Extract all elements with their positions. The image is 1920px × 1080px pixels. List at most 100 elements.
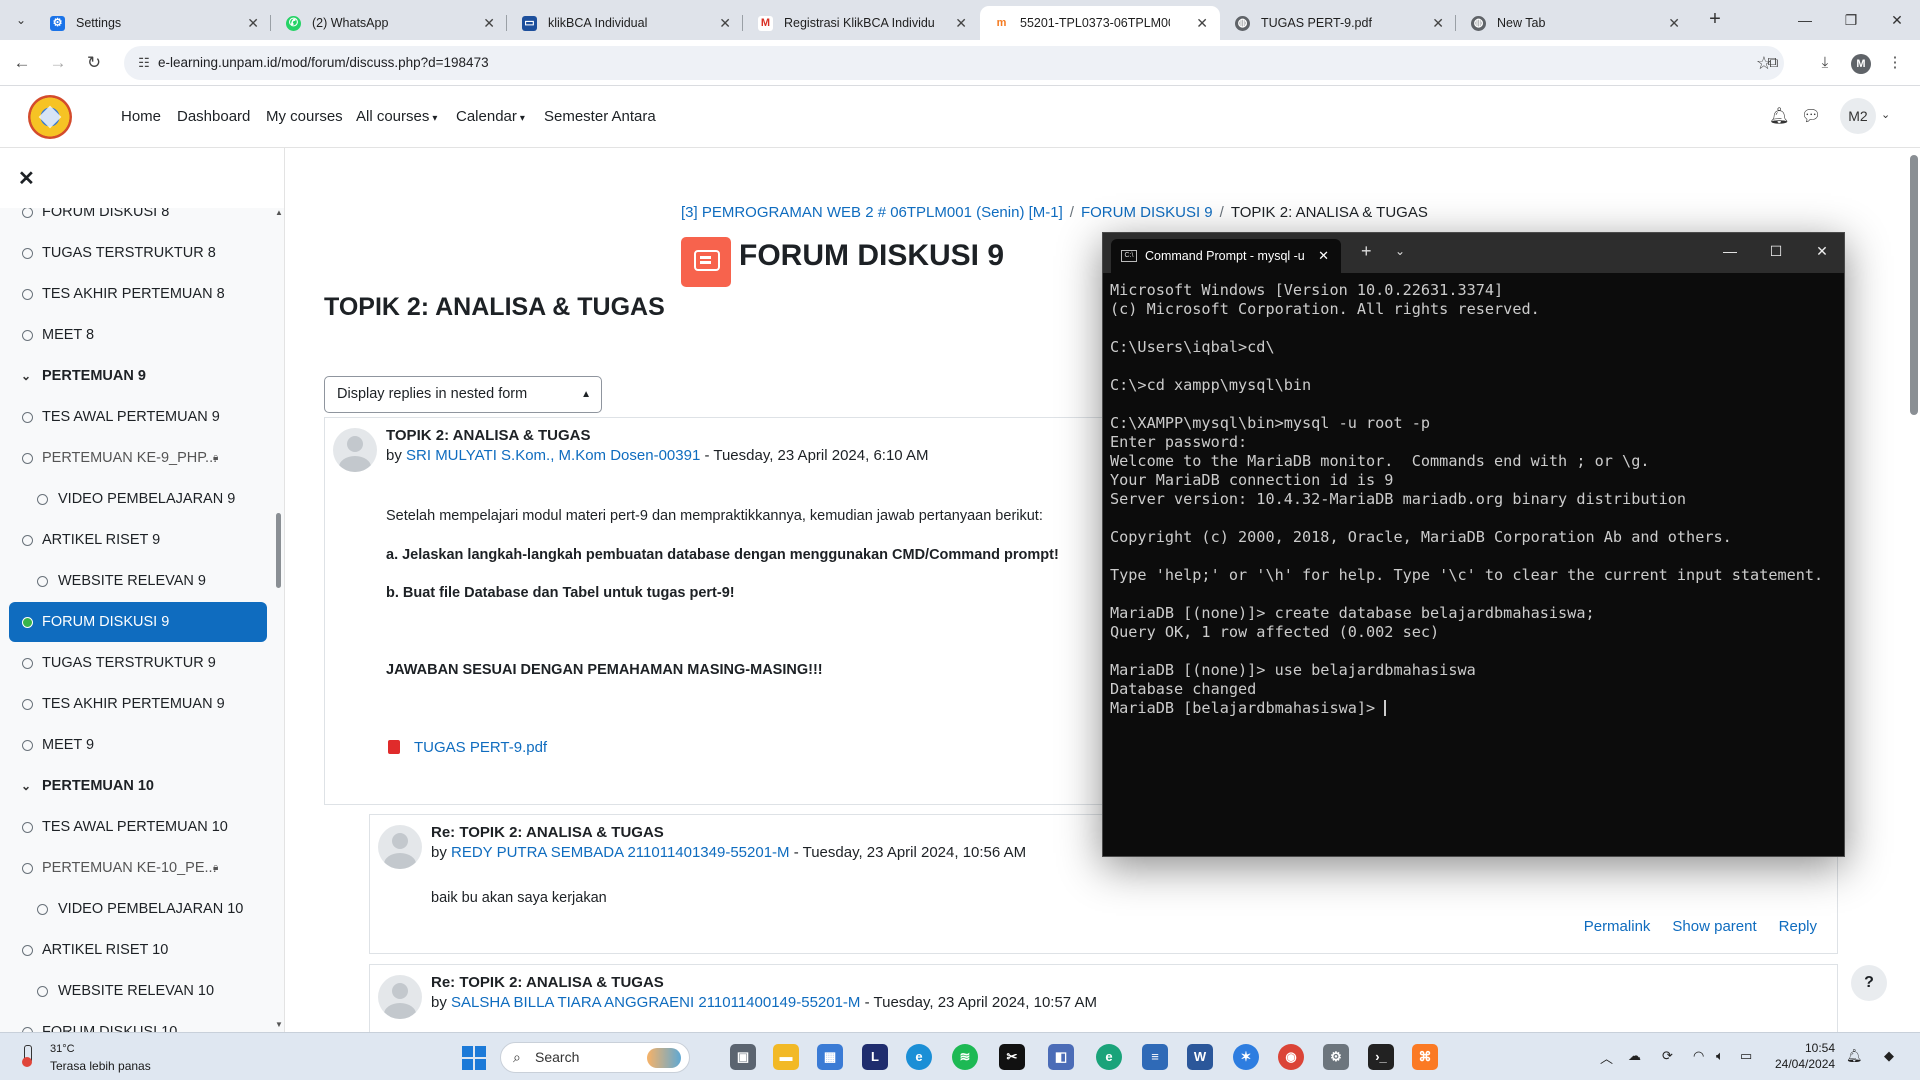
new-terminal-tab-plus-icon[interactable]: + <box>1361 241 1372 262</box>
maximize-icon[interactable]: ☐ <box>1766 243 1786 260</box>
window-close-icon[interactable]: ✕ <box>1812 243 1832 260</box>
tray-app-icon[interactable]: ☁ <box>1628 1048 1641 1064</box>
page-scrollbar[interactable] <box>1910 155 1918 415</box>
course-index-item[interactable]: TUGAS TERSTRUKTUR 8 <box>9 233 267 273</box>
chevron-down-icon[interactable]: ⌄ <box>21 356 31 396</box>
chrome-icon[interactable]: ◉ <box>1278 1044 1304 1070</box>
close-icon[interactable]: ✕ <box>1432 6 1444 40</box>
attachment-link[interactable]: TUGAS PERT-9.pdf <box>388 739 547 756</box>
close-drawer-icon[interactable]: ✕ <box>18 166 35 191</box>
windows-start-icon[interactable] <box>462 1046 486 1070</box>
course-index-item[interactable]: PERTEMUAN KE-9_PHP... 🔒︎ <box>9 438 267 478</box>
course-index-item[interactable]: TES AWAL PERTEMUAN 9 <box>9 397 267 437</box>
post-author-link[interactable]: SRI MULYATI S.Kom., M.Kom Dosen-00391 <box>406 447 700 464</box>
tab-elearning[interactable]: m 55201-TPL0373-06TPLM001-2 ✕ <box>980 6 1220 40</box>
edge-icon[interactable]: e <box>906 1044 932 1070</box>
terminal-taskbar-icon[interactable]: ›_ <box>1368 1044 1394 1070</box>
breadcrumb-course[interactable]: [3] PEMROGRAMAN WEB 2 # 06TPLM001 (Senin… <box>681 204 1063 221</box>
course-index-item[interactable]: PERTEMUAN KE-10_PE... 🔒︎ <box>9 848 267 888</box>
extensions-icon[interactable]: ⧉ <box>1762 52 1784 74</box>
terminal-tab[interactable]: C:\ Command Prompt - mysql -u ✕ <box>1111 239 1341 273</box>
course-index-item[interactable]: WEBSITE RELEVAN 10 <box>9 971 267 1011</box>
breadcrumb-forum[interactable]: FORUM DISKUSI 9 <box>1081 204 1213 221</box>
course-index-item[interactable]: VIDEO PEMBELAJARAN 9 <box>9 479 267 519</box>
tab-newtab[interactable]: ◍ New Tab ✕ <box>1457 6 1692 40</box>
messages-chat-icon[interactable]: 💬︎ <box>1801 106 1821 126</box>
tab-whatsapp[interactable]: ✆ (2) WhatsApp ✕ <box>272 6 507 40</box>
chevron-down-icon[interactable]: ⌄ <box>1881 108 1890 121</box>
scroll-up-arrow-icon[interactable]: ▲ <box>275 208 283 217</box>
user-avatar[interactable]: M2 <box>1840 98 1876 134</box>
close-icon[interactable]: ✕ <box>247 6 259 40</box>
spotify-icon[interactable]: ≋ <box>952 1044 978 1070</box>
course-index-item[interactable]: MEET 9 <box>9 725 267 765</box>
chevron-down-icon[interactable]: ⌄ <box>1395 244 1405 258</box>
app-star-icon[interactable]: ✶ <box>1233 1044 1259 1070</box>
course-index-item[interactable]: ⌄ PERTEMUAN 9 <box>9 356 267 396</box>
copilot-icon[interactable]: ◆ <box>1884 1048 1894 1064</box>
course-index-item[interactable]: FORUM DISKUSI 9 <box>9 602 267 642</box>
author-avatar[interactable] <box>333 428 377 472</box>
course-index-item[interactable]: ARTIKEL RISET 9 <box>9 520 267 560</box>
nav-all-courses[interactable]: All courses ▾ <box>356 108 437 125</box>
edge-dev-icon[interactable]: e <box>1096 1044 1122 1070</box>
sync-icon[interactable]: ⟳ <box>1662 1048 1673 1064</box>
notification-bell-icon[interactable]: 🔔︎ <box>1769 106 1789 126</box>
course-index-item[interactable]: WEBSITE RELEVAN 9 <box>9 561 267 601</box>
site-info-icon[interactable]: ☷ <box>134 53 154 73</box>
forward-arrow-icon[interactable]: → <box>45 50 71 76</box>
snipping-tool-icon[interactable]: ◧ <box>1048 1044 1074 1070</box>
browser-profile-avatar[interactable]: M <box>1851 54 1871 74</box>
course-index-item[interactable]: ⌄ PERTEMUAN 10 <box>9 766 267 806</box>
tab-pdf[interactable]: ◍ TUGAS PERT-9.pdf ✕ <box>1221 6 1456 40</box>
capcut-icon[interactable]: ✂ <box>999 1044 1025 1070</box>
author-avatar[interactable] <box>378 975 422 1019</box>
course-index-item[interactable]: TES AKHIR PERTEMUAN 9 <box>9 684 267 724</box>
settings-gear-icon[interactable]: ⚙ <box>1323 1044 1349 1070</box>
nav-my-courses[interactable]: My courses <box>266 108 343 125</box>
nav-home[interactable]: Home <box>121 108 161 125</box>
taskbar-clock[interactable]: 10:54 24/04/2024 <box>1775 1041 1835 1073</box>
scroll-down-arrow-icon[interactable]: ▼ <box>275 1020 283 1029</box>
show-parent-link[interactable]: Show parent <box>1672 918 1756 935</box>
nav-calendar[interactable]: Calendar ▾ <box>456 108 525 125</box>
nav-semester-antara[interactable]: Semester Antara <box>544 108 656 125</box>
nav-dashboard[interactable]: Dashboard <box>177 108 250 125</box>
task-view-icon[interactable]: ▣ <box>730 1044 756 1070</box>
chevron-down-icon[interactable]: ⌄ <box>21 766 31 806</box>
close-icon[interactable]: ✕ <box>955 6 967 40</box>
minimize-icon[interactable]: — <box>1720 243 1740 259</box>
close-icon[interactable]: ✕ <box>1318 239 1329 273</box>
xampp-icon[interactable]: ⌘ <box>1412 1044 1438 1070</box>
tab-klikbca[interactable]: ▭ klikBCA Individual ✕ <box>508 6 743 40</box>
close-icon[interactable]: ✕ <box>719 6 731 40</box>
tray-overflow-chevron-icon[interactable]: ︿ <box>1600 1048 1613 1067</box>
notepad-icon[interactable]: ≡ <box>1142 1044 1168 1070</box>
close-icon[interactable]: ✕ <box>1668 6 1680 40</box>
reload-icon[interactable]: ↻ <box>81 50 107 76</box>
post-author-link[interactable]: REDY PUTRA SEMBADA 211011401349-55201-M <box>451 844 790 861</box>
window-close-icon[interactable]: ✕ <box>1885 8 1909 32</box>
new-tab-plus-icon[interactable]: + <box>1703 8 1727 32</box>
course-index-item[interactable]: FORUM DISKUSI 10 <box>9 1012 267 1032</box>
word-icon[interactable]: W <box>1187 1044 1213 1070</box>
course-index-item[interactable]: TES AWAL PERTEMUAN 10 <box>9 807 267 847</box>
drawer-scrollbar[interactable] <box>276 513 281 588</box>
tab-settings[interactable]: ⚙ Settings ✕ <box>36 6 271 40</box>
terminal-output[interactable]: Microsoft Windows [Version 10.0.22631.33… <box>1110 281 1840 718</box>
command-prompt-window[interactable]: C:\ Command Prompt - mysql -u ✕ + ⌄ — ☐ … <box>1102 232 1845 857</box>
kebab-menu-icon[interactable]: ⋮ <box>1884 52 1906 74</box>
close-icon[interactable]: ✕ <box>1196 6 1208 40</box>
permalink-link[interactable]: Permalink <box>1584 918 1651 935</box>
help-icon[interactable]: ? <box>1851 965 1887 1001</box>
post-author-link[interactable]: SALSHA BILLA TIARA ANGGRAENI 21101140014… <box>451 994 860 1011</box>
reply-link[interactable]: Reply <box>1779 918 1817 935</box>
taskbar-search[interactable]: ⌕ Search <box>500 1042 690 1073</box>
close-icon[interactable]: ✕ <box>483 6 495 40</box>
tab-search-dropdown-icon[interactable]: ⌄ <box>10 9 32 31</box>
notification-bell-icon[interactable]: 🔔︎ <box>1846 1048 1863 1064</box>
unpam-logo[interactable] <box>28 95 72 139</box>
display-mode-select[interactable]: Display replies in nested form ▲▼ <box>324 376 602 435</box>
restore-icon[interactable]: ❐ <box>1839 8 1863 32</box>
volume-icon[interactable]: 🔈︎ <box>1716 1048 1724 1064</box>
